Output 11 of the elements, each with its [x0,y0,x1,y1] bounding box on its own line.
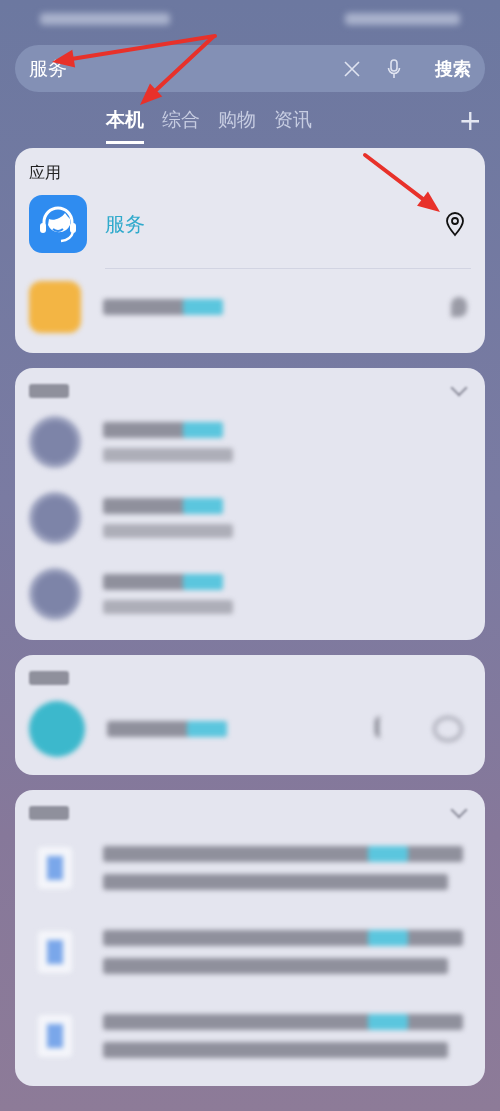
tab[interactable]: 购物 [218,96,256,144]
tab[interactable]: 综合 [162,96,200,144]
headset-agent-icon [29,195,87,253]
close-icon[interactable] [343,59,361,78]
add-tab-button[interactable]: + [458,103,482,137]
tab[interactable]: 资讯 [274,96,312,144]
location-pin-icon[interactable] [445,211,465,237]
app-result[interactable]: 服务 [29,194,471,254]
microphone-icon[interactable] [387,58,401,79]
section-title: 应用 [29,162,61,184]
search-button[interactable]: 搜索 [435,56,471,81]
